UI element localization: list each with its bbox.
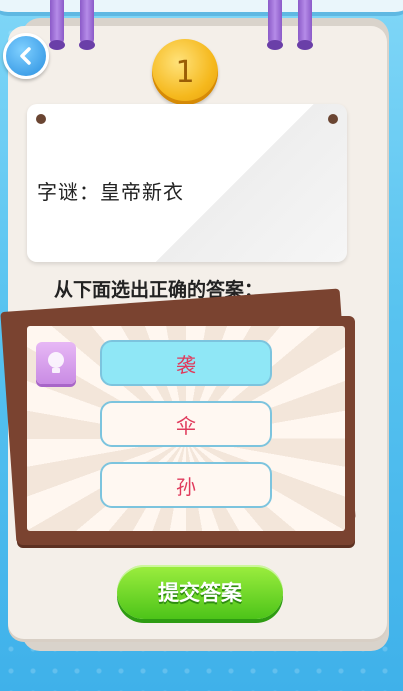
answer-option-2[interactable]: 伞 (100, 401, 272, 447)
submit-answer-button[interactable]: 提交答案 (117, 565, 283, 619)
riddle-text: 字谜：皇帝新衣 (37, 180, 184, 204)
back-button[interactable] (3, 33, 49, 79)
binder-ring (49, 0, 65, 50)
pin-icon (328, 114, 338, 124)
riddle-card: 字谜：皇帝新衣 (27, 104, 347, 262)
answer-option-1[interactable]: 袭 (100, 340, 272, 386)
binder-ring (267, 0, 283, 50)
back-arrow-icon (20, 47, 31, 65)
binder-ring (297, 0, 313, 50)
hint-button[interactable] (36, 342, 76, 384)
binder-ring (79, 0, 95, 50)
answer-option-3[interactable]: 孙 (100, 462, 272, 508)
lightbulb-icon (48, 352, 64, 373)
level-number: 1 (175, 54, 195, 90)
pin-icon (36, 114, 46, 124)
level-coin: 1 (152, 39, 218, 105)
